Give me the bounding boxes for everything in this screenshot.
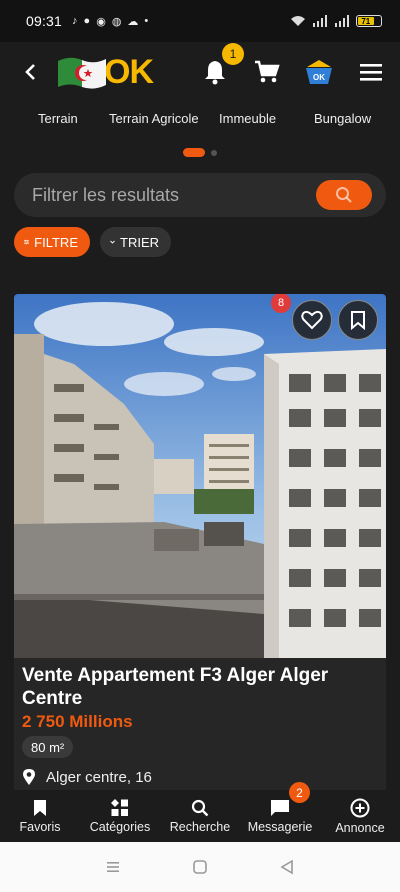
search-bar	[14, 173, 386, 217]
facebook-icon: ●	[83, 15, 91, 27]
nav-messagerie[interactable]: 2 Messagerie	[240, 782, 320, 842]
back-icon[interactable]	[18, 60, 42, 84]
chrome-icon: ◉	[96, 15, 106, 28]
nav-label: Catégories	[89, 819, 151, 834]
search-icon	[191, 799, 209, 816]
status-time: 09:31	[26, 13, 63, 29]
heart-icon	[301, 310, 323, 330]
bookmark-icon	[34, 799, 46, 816]
sliders-icon	[24, 239, 30, 245]
bell-icon	[205, 61, 225, 85]
favorite-count-badge: 8	[271, 294, 291, 313]
search-input[interactable]	[32, 184, 316, 206]
system-navigation-bar	[0, 842, 400, 892]
listing-price: 2 750 Millions	[22, 712, 133, 731]
signal-icon	[313, 15, 327, 27]
back-nav-icon[interactable]	[279, 859, 295, 875]
carousel-dot-active[interactable]	[183, 148, 205, 157]
save-button[interactable]	[338, 300, 378, 340]
listing-card[interactable]: 8 Vente Appartement F3 Alger Alger Centr…	[14, 294, 386, 834]
nav-categories[interactable]: Catégories	[80, 790, 160, 842]
nav-annonce[interactable]: Annonce	[320, 790, 400, 842]
cart-icon	[255, 60, 280, 83]
category-item[interactable]: Bungalow	[314, 111, 371, 126]
search-button[interactable]	[316, 180, 372, 210]
logo-text: OK	[104, 52, 154, 91]
app-logo[interactable]: OK	[56, 52, 154, 92]
status-bar: 09:31 ♪ ● ◉ ◍ ☁ • 71	[0, 0, 400, 42]
chat-icon	[271, 799, 289, 816]
menu-button[interactable]	[356, 57, 386, 87]
signal-icon-2	[335, 15, 349, 27]
app-header: OK 1 OK	[0, 42, 400, 102]
nav-favoris[interactable]: Favoris	[0, 790, 80, 842]
carousel-indicator	[0, 148, 400, 157]
wifi-icon	[291, 16, 305, 26]
listing-actions: 8	[271, 294, 378, 340]
category-item[interactable]: Terrain Agricole	[109, 111, 199, 126]
listing-area-badge: 80 m²	[22, 736, 74, 758]
nav-recherche[interactable]: Recherche	[160, 790, 240, 842]
listing-location-text: Alger centre, 16	[46, 768, 152, 786]
status-notification-icons: ♪ ● ◉ ◍ ☁ •	[72, 15, 148, 28]
sort-button[interactable]: TRIER	[100, 227, 171, 257]
cloud-icon: ☁	[127, 15, 139, 28]
recent-apps-icon[interactable]	[105, 859, 121, 875]
battery-level: 71	[358, 17, 374, 26]
nav-label: Annonce	[335, 820, 385, 835]
store-basket-icon: OK	[306, 60, 332, 84]
bookmark-icon	[351, 311, 365, 330]
messenger-icon: ◍	[111, 15, 122, 28]
filter-row: FILTRE TRIER	[14, 227, 171, 257]
listing-location: Alger centre, 16	[22, 768, 152, 786]
carousel-dot[interactable]	[211, 149, 217, 156]
store-button[interactable]: OK	[304, 57, 334, 87]
bottom-navigation: Favoris Catégories Recherche 2 Messageri…	[0, 782, 400, 842]
listing-photo[interactable]	[14, 294, 386, 658]
filter-button[interactable]: FILTRE	[14, 227, 90, 257]
listing-title[interactable]: Vente Appartement F3 Alger Alger Centre	[22, 664, 378, 710]
sort-label: TRIER	[120, 234, 159, 250]
add-circle-icon	[350, 798, 370, 817]
header-actions: 1 OK	[200, 43, 386, 87]
dot-icon: •	[144, 15, 149, 27]
category-strip: Terrain Terrain Agricole Immeuble Bungal…	[0, 102, 400, 134]
location-pin-icon	[23, 769, 35, 785]
favorite-button[interactable]: 8	[271, 294, 332, 340]
algeria-flag-icon	[58, 57, 106, 89]
nav-label: Recherche	[169, 819, 231, 834]
search-icon	[336, 187, 352, 203]
cart-button[interactable]	[252, 57, 282, 87]
battery-icon: 71	[356, 15, 382, 27]
notifications-button[interactable]: 1	[200, 43, 244, 87]
nav-label: Favoris	[19, 819, 61, 834]
hamburger-menu-icon	[360, 64, 382, 81]
category-item[interactable]: Immeuble	[219, 111, 276, 126]
status-system-icons: 71	[290, 15, 382, 27]
category-item[interactable]: Terrain	[38, 111, 78, 126]
categories-icon	[111, 798, 128, 816]
messages-badge: 2	[289, 782, 310, 803]
tiktok-icon: ♪	[72, 15, 78, 27]
filter-label: FILTRE	[34, 234, 78, 250]
notification-badge: 1	[222, 43, 244, 65]
svg-text:OK: OK	[313, 73, 325, 82]
chevron-down-icon	[110, 240, 115, 244]
nav-label: Messagerie	[247, 819, 313, 834]
home-icon[interactable]	[192, 859, 208, 875]
